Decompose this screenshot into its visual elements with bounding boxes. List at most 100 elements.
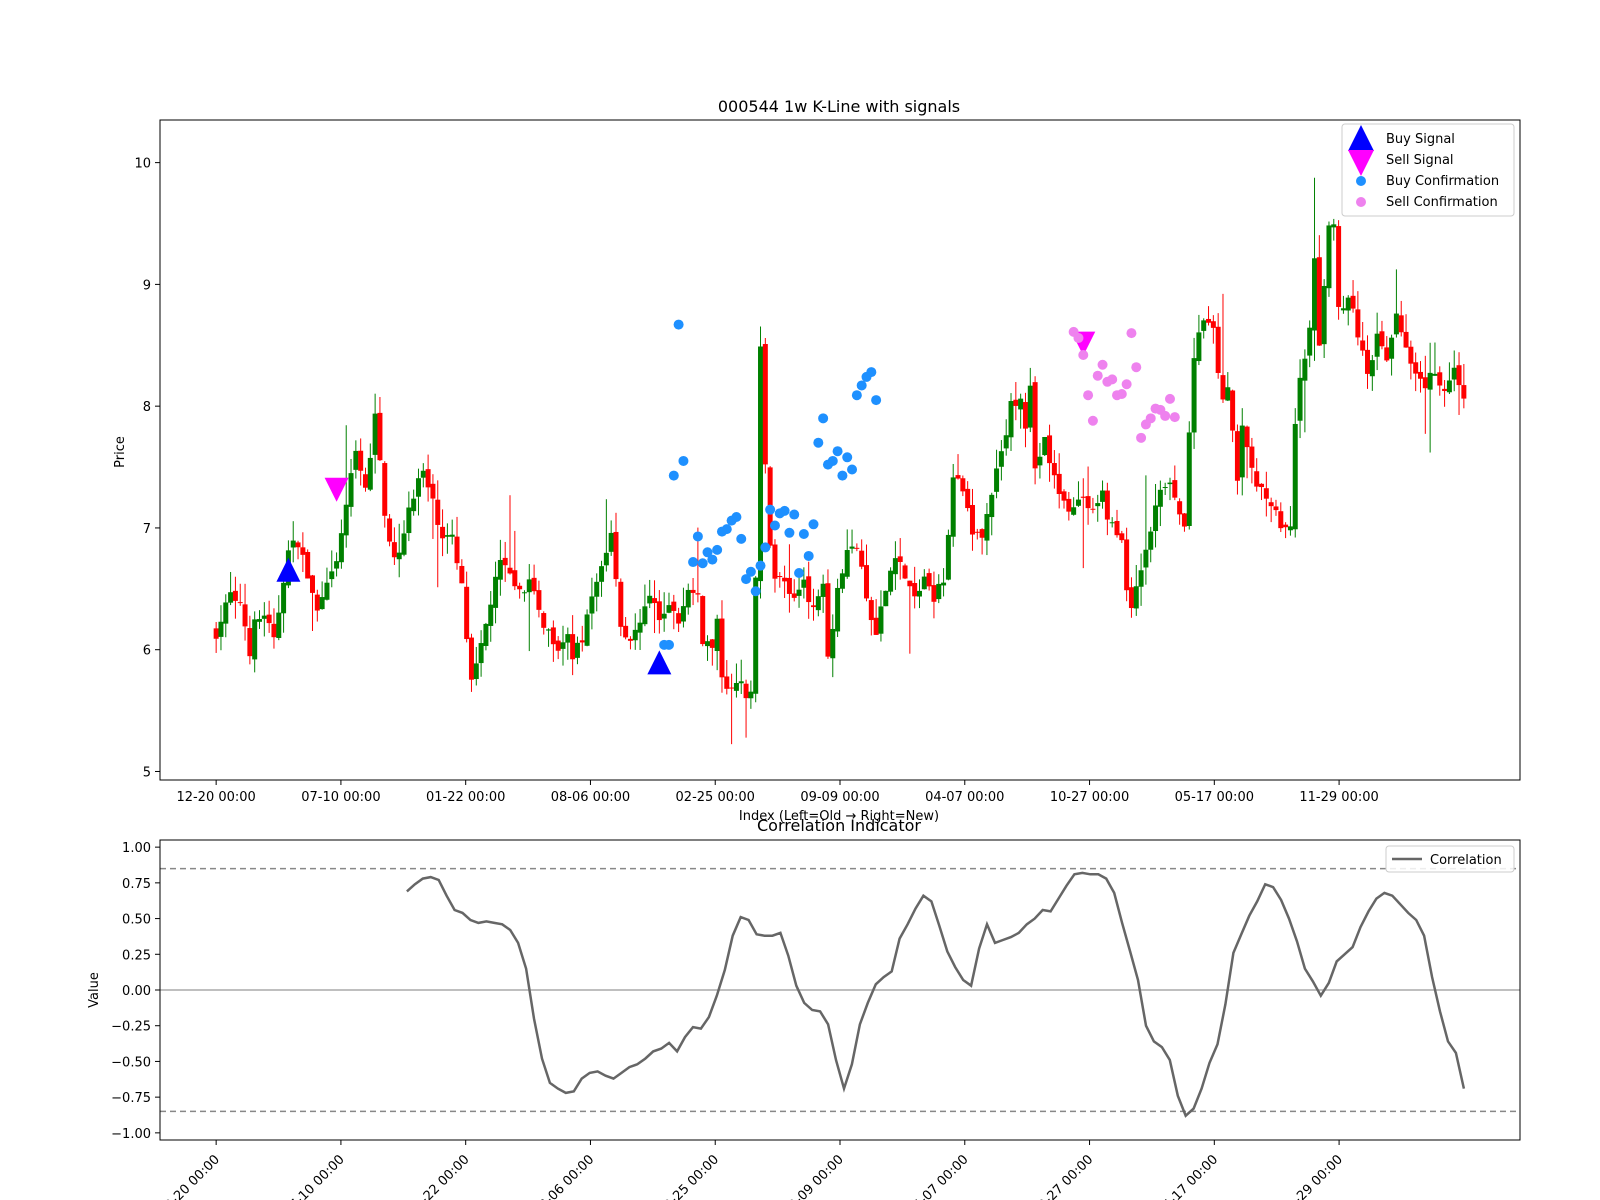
kline-y-label: Price <box>113 436 128 468</box>
candle-body <box>223 602 229 624</box>
sell-confirmation-point <box>1164 393 1175 404</box>
candle-body <box>955 475 961 479</box>
candle-body <box>257 619 263 622</box>
candle-body <box>377 412 383 461</box>
kline-panel: 000544 1w K-Line with signals 5 6 7 8 9 10 12… <box>113 97 1521 824</box>
candle-body <box>526 579 532 593</box>
legend-correlation-label: Correlation <box>1430 853 1502 868</box>
x-tick-label: 08-06 00:00 <box>551 790 630 805</box>
candle-body <box>1451 367 1457 380</box>
buy-confirmation-point <box>856 380 867 391</box>
candle-body <box>1331 224 1337 228</box>
candle-body <box>1042 437 1048 456</box>
candle-body <box>1446 380 1452 393</box>
sell-confirmation-point <box>1087 415 1098 426</box>
candle-body <box>1302 358 1308 381</box>
candle-body <box>536 590 542 610</box>
sell-signal-marker <box>324 477 349 502</box>
candle-body <box>1345 297 1351 311</box>
buy-confirmation-point <box>847 464 858 475</box>
sell-confirmation-point <box>1107 374 1118 385</box>
candle-body <box>411 498 417 512</box>
candle-body <box>555 640 561 651</box>
candle-body <box>835 587 841 632</box>
candle-body <box>1003 435 1009 449</box>
candle-body <box>1104 490 1110 520</box>
candle-body <box>358 450 364 471</box>
candle-body <box>690 589 696 593</box>
candle-body <box>517 585 523 590</box>
candle-body <box>888 570 894 592</box>
candle-body <box>599 566 605 582</box>
y-tick-label: 0.00 <box>122 984 151 999</box>
buy-confirmation-point <box>842 452 853 463</box>
candle-body <box>1215 326 1221 373</box>
candle-body <box>623 625 629 638</box>
candle-body <box>1191 358 1197 433</box>
buy-confirmation-point <box>779 505 790 516</box>
y-tick-label: 10 <box>134 157 151 172</box>
candle-body <box>1206 318 1212 323</box>
x-tick-label: 05-17 00:00 <box>1154 1152 1221 1200</box>
buy-confirmation-point <box>760 542 771 553</box>
candle-body <box>1100 490 1106 502</box>
candle-body <box>401 533 407 555</box>
candle-body <box>825 583 831 657</box>
x-tick-label: 02-25 00:00 <box>655 1152 722 1200</box>
candle-body <box>1408 346 1414 364</box>
candle-body <box>748 691 754 699</box>
buy-confirmation-point <box>765 504 776 515</box>
candle-body <box>1259 483 1265 488</box>
candle-body <box>1278 511 1284 529</box>
buy-signal-marker <box>276 557 301 582</box>
candle-body <box>777 576 783 578</box>
y-tick-label: 0.75 <box>122 877 151 892</box>
candle-body <box>863 565 869 599</box>
candle-body <box>1109 522 1115 524</box>
candle-body <box>507 567 513 574</box>
candle-body <box>271 623 277 638</box>
candle-body <box>724 676 730 689</box>
x-tick-label: 11-29 00:00 <box>1279 1152 1346 1200</box>
buy-confirmation-point <box>813 437 824 448</box>
candle-body <box>868 600 874 621</box>
x-tick-label: 01-22 00:00 <box>426 790 505 805</box>
candle-body <box>290 540 296 548</box>
candle-body <box>420 470 426 478</box>
candle-body <box>1066 498 1072 512</box>
candle-body <box>632 629 638 641</box>
legend-buy-confirmation-label: Buy Confirmation <box>1386 174 1499 189</box>
candle-body <box>574 642 580 658</box>
candle-body <box>1114 520 1120 536</box>
candle-body <box>493 576 499 608</box>
candle-body <box>984 514 990 541</box>
candle-body <box>916 590 922 597</box>
candle-body <box>709 639 715 648</box>
y-tick-label: −1.00 <box>111 1127 151 1142</box>
sell-confirmation-point <box>1145 413 1156 424</box>
candle-body <box>1427 372 1433 390</box>
candle-body <box>627 638 633 641</box>
candle-body <box>1350 295 1356 309</box>
candle-body <box>1432 373 1438 376</box>
buy-confirmation-point <box>692 531 703 542</box>
candle-body <box>1442 388 1448 392</box>
sell-confirmation-point <box>1126 328 1137 339</box>
candle-body <box>541 613 547 628</box>
candle-body <box>1172 480 1178 498</box>
candle-body <box>926 573 932 587</box>
candle-body <box>1326 225 1332 289</box>
buy-confirmation-point <box>712 544 723 555</box>
candle-body <box>700 596 706 645</box>
candle-body <box>343 504 349 536</box>
candle-body <box>815 596 821 611</box>
candle-body <box>1119 533 1125 541</box>
candle-body <box>965 488 971 509</box>
signal-markers <box>276 319 1180 675</box>
candle-body <box>329 571 335 580</box>
y-tick-label: 7 <box>143 522 151 537</box>
candle-body <box>1456 365 1462 386</box>
candle-body <box>1273 506 1279 511</box>
buy-confirmation-point <box>678 455 689 466</box>
kline-x-ticks: 12-20 00:00 07-10 00:00 01-22 00:00 08-06 0… <box>176 780 1379 805</box>
